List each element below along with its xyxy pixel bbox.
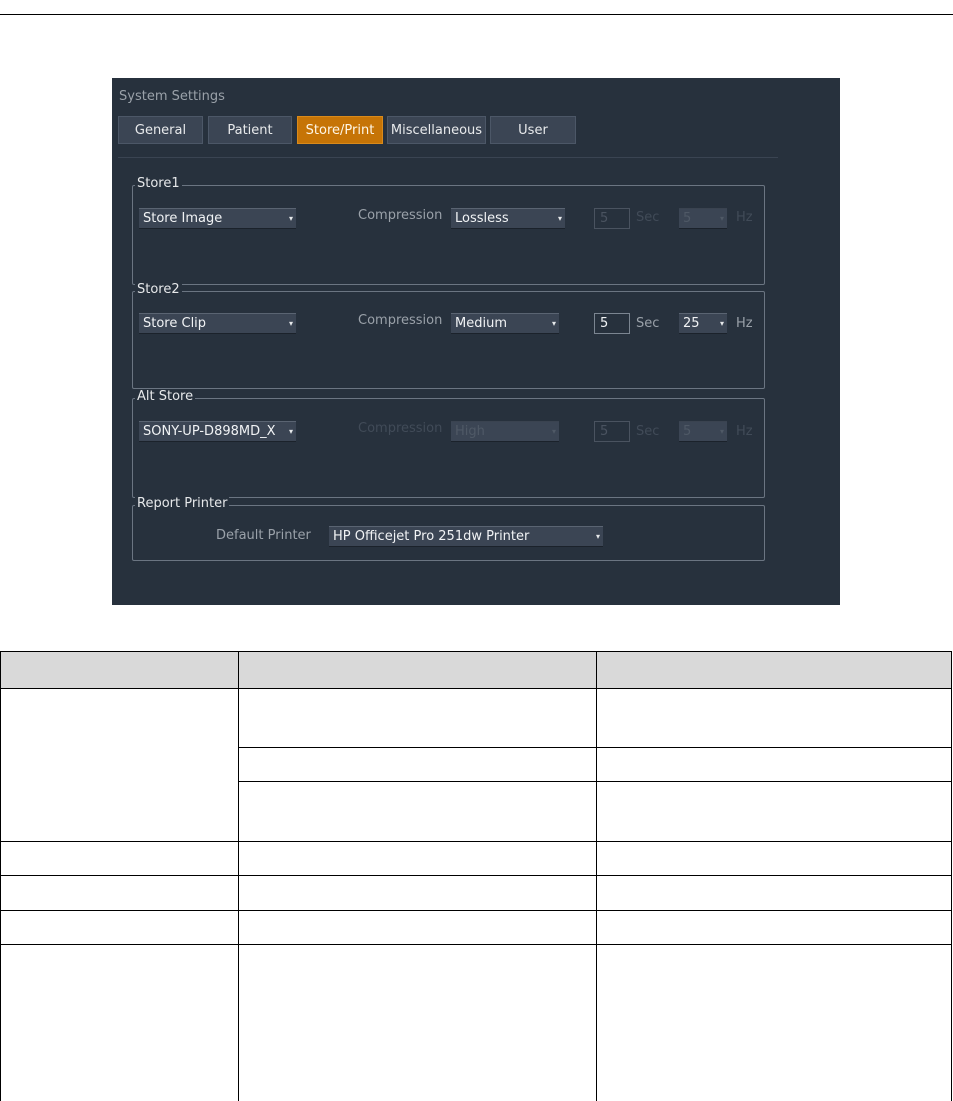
select-value: Store Clip: [143, 316, 207, 331]
store1-duration-input[interactable]: 5: [594, 208, 630, 229]
select-value: 25: [683, 316, 700, 331]
settings-description-table: [0, 651, 952, 1101]
table-cell: [0, 688, 239, 842]
table-cell: [0, 841, 239, 876]
tab-patient[interactable]: Patient: [208, 116, 292, 144]
default-printer-select[interactable]: HP Officejet Pro 251dw Printer ▾: [329, 526, 603, 547]
tab-label: Store/Print: [305, 122, 375, 138]
tab-label: General: [134, 122, 187, 138]
store1-compression-label: Compression: [358, 208, 443, 223]
dropdown-arrow-icon: ▾: [551, 319, 556, 328]
dropdown-arrow-icon: ▾: [557, 214, 562, 223]
table-row: [0, 910, 952, 945]
table-header-cell: [596, 651, 952, 689]
store2-group: Store2 Store Clip ▾ Compression Medium ▾…: [132, 282, 765, 389]
table-header-cell: [0, 651, 239, 689]
tab-label: Miscellaneous: [390, 122, 483, 138]
store2-duration-unit: Sec: [636, 316, 660, 331]
table-cell: [596, 747, 952, 782]
store2-rate-unit: Hz: [736, 316, 753, 331]
alt-store-mode-select[interactable]: SONY-UP-D898MD_X ▾: [139, 421, 296, 442]
page-top-rule: [0, 14, 953, 15]
store1-mode-select[interactable]: Store Image ▾: [139, 208, 296, 229]
store1-rate-unit: Hz: [736, 210, 753, 225]
table-header-row: [0, 651, 952, 689]
tab-label: User: [518, 122, 548, 138]
table-cell: [0, 910, 239, 945]
table-cell: [596, 781, 952, 842]
select-value: Medium: [455, 316, 507, 331]
dropdown-arrow-icon: ▾: [719, 214, 724, 223]
alt-store-rate-unit: Hz: [736, 424, 753, 439]
alt-store-group: Alt Store SONY-UP-D898MD_X ▾ Compression…: [132, 389, 765, 498]
store1-rate-select[interactable]: 5 ▾: [679, 208, 727, 229]
store2-rate-select[interactable]: 25 ▾: [679, 313, 727, 334]
tab-store-print[interactable]: Store/Print: [297, 116, 383, 144]
tab-miscellaneous[interactable]: Miscellaneous: [387, 116, 486, 144]
dropdown-arrow-icon: ▾: [551, 427, 556, 436]
select-value: Store Image: [143, 211, 223, 226]
dropdown-arrow-icon: ▾: [719, 427, 724, 436]
table-cell: [237, 910, 598, 945]
alt-store-compression-select[interactable]: High ▾: [451, 421, 559, 442]
select-value: SONY-UP-D898MD_X: [143, 424, 276, 439]
alt-store-rate-select[interactable]: 5 ▾: [679, 421, 727, 442]
store2-mode-select[interactable]: Store Clip ▾: [139, 313, 296, 334]
window-title: System Settings: [119, 89, 225, 104]
store1-duration-unit: Sec: [636, 210, 660, 225]
table-row: [0, 688, 952, 842]
table-header-cell: [237, 651, 598, 689]
table-cell: [596, 910, 952, 945]
select-value: 5: [683, 424, 692, 439]
table-cell: [237, 875, 598, 911]
table-row: [0, 875, 952, 911]
table-cell: [237, 841, 598, 876]
store2-compression-label: Compression: [358, 313, 443, 328]
select-value: High: [455, 424, 485, 439]
table-cell: [237, 944, 598, 1101]
tab-label: Patient: [227, 122, 273, 138]
store1-title: Store1: [135, 176, 182, 192]
table-cell: [237, 747, 598, 782]
table-cell: [596, 944, 952, 1101]
tab-general[interactable]: General: [118, 116, 203, 144]
alt-store-duration-unit: Sec: [636, 424, 660, 439]
system-settings-panel: System Settings General Patient Store/Pr…: [112, 78, 840, 605]
tab-divider: [118, 157, 778, 158]
dropdown-arrow-icon: ▾: [288, 427, 293, 436]
table-cell: [0, 944, 239, 1101]
tab-user[interactable]: User: [490, 116, 576, 144]
select-value: 5: [683, 211, 692, 226]
dropdown-arrow-icon: ▾: [595, 532, 600, 541]
alt-store-duration-input[interactable]: 5: [594, 421, 630, 442]
default-printer-label: Default Printer: [216, 528, 311, 543]
table-cell: [237, 781, 598, 842]
dropdown-arrow-icon: ▾: [719, 319, 724, 328]
select-value: Lossless: [455, 211, 509, 226]
store2-title: Store2: [135, 282, 182, 298]
dropdown-arrow-icon: ▾: [288, 214, 293, 223]
table-cell: [596, 875, 952, 911]
table-cell: [596, 841, 952, 876]
store2-compression-select[interactable]: Medium ▾: [451, 313, 559, 334]
report-printer-title: Report Printer: [135, 496, 230, 512]
alt-store-compression-label: Compression: [358, 421, 443, 436]
store1-compression-select[interactable]: Lossless ▾: [451, 208, 565, 229]
store2-duration-input[interactable]: 5: [594, 313, 630, 334]
table-row: [0, 944, 952, 1101]
table-row: [0, 841, 952, 876]
table-cell: [237, 688, 598, 748]
report-printer-group: Report Printer Default Printer HP Office…: [132, 496, 765, 561]
table-cell: [0, 875, 239, 911]
store1-group: Store1 Store Image ▾ Compression Lossles…: [132, 176, 765, 285]
alt-store-title: Alt Store: [135, 389, 196, 405]
select-value: HP Officejet Pro 251dw Printer: [333, 529, 530, 544]
dropdown-arrow-icon: ▾: [288, 319, 293, 328]
table-cell: [596, 688, 952, 748]
